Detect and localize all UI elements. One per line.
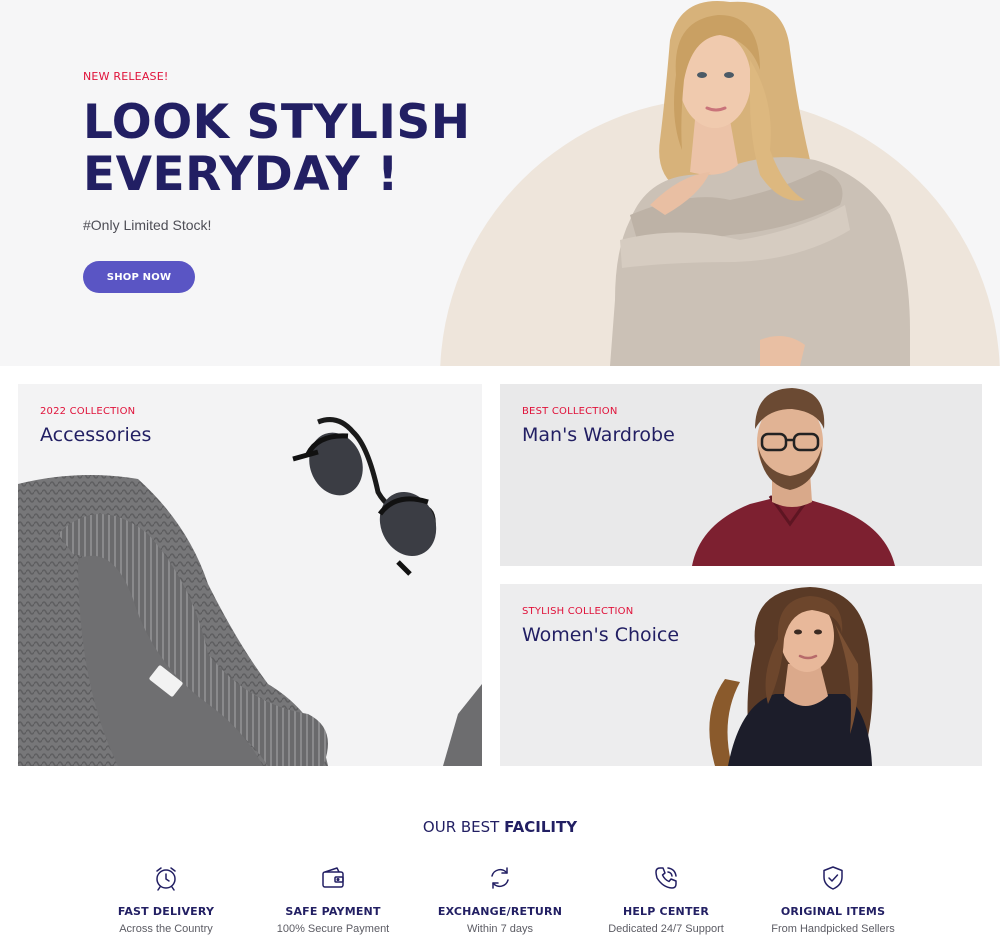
facility-name: SAFE PAYMENT [285, 905, 381, 918]
facility-item-exchange-return: EXCHANGE/RETURN Within 7 days [415, 864, 585, 935]
facility-item-fast-delivery: FAST DELIVERY Across the Country [81, 864, 251, 935]
hero-eyebrow: NEW RELEASE! [83, 70, 169, 83]
facility-name: HELP CENTER [622, 905, 710, 918]
facility-name: ORIGINAL ITEMS [780, 905, 886, 918]
collection-eyebrow: 2022 COLLECTION [40, 406, 136, 417]
facility-heading-bold: FACILITY [504, 818, 578, 836]
facility-item-help-center: HELP CENTER Dedicated 24/7 Support [581, 864, 751, 935]
collection-title: Women's Choice [522, 624, 680, 646]
facility-desc: 100% Secure Payment [276, 923, 390, 935]
shop-now-button[interactable]: SHOP NOW [83, 261, 195, 293]
facility-desc: From Handpicked Sellers [771, 923, 895, 935]
facility-heading: OUR BEST FACILITY [0, 818, 1000, 836]
collection-eyebrow: BEST COLLECTION [522, 406, 618, 417]
facility-item-safe-payment: SAFE PAYMENT 100% Secure Payment [248, 864, 418, 935]
hero-title: LOOK STYLISH EVERYDAY ! [83, 97, 471, 201]
collection-card-mans-wardrobe[interactable]: BEST COLLECTION Man's Wardrobe [500, 384, 982, 566]
facility-heading-regular: OUR BEST [422, 818, 505, 836]
collection-card-accessories[interactable]: 2022 COLLECTION Accessories [18, 384, 482, 766]
hero-title-line1: LOOK STYLISH [83, 95, 471, 150]
shield-check-icon [823, 866, 843, 890]
facility-item-original-items: ORIGINAL ITEMS From Handpicked Sellers [748, 864, 918, 935]
hero-text-block: NEW RELEASE! LOOK STYLISH EVERYDAY ! #On… [83, 70, 471, 233]
facility-desc: Dedicated 24/7 Support [608, 923, 724, 935]
facility-desc: Across the Country [119, 923, 213, 935]
facility-desc: Within 7 days [466, 923, 534, 935]
alarm-clock-icon [156, 867, 176, 891]
collection-eyebrow: STYLISH COLLECTION [522, 606, 634, 617]
collection-card-womens-choice[interactable]: STYLISH COLLECTION Women's Choice [500, 584, 982, 766]
hero-subtitle: #Only Limited Stock! [83, 217, 212, 233]
collection-title: Man's Wardrobe [522, 424, 675, 446]
facility-name: FAST DELIVERY [117, 905, 215, 918]
wallet-icon [322, 867, 344, 888]
hero-banner: NEW RELEASE! LOOK STYLISH EVERYDAY ! #On… [0, 0, 1000, 366]
refresh-icon [491, 867, 509, 889]
phone-call-icon [655, 867, 677, 889]
hero-title-line2: EVERYDAY ! [83, 147, 399, 202]
hero-model-image [610, 1, 910, 366]
collection-title: Accessories [40, 424, 152, 446]
facility-name: EXCHANGE/RETURN [437, 905, 563, 918]
